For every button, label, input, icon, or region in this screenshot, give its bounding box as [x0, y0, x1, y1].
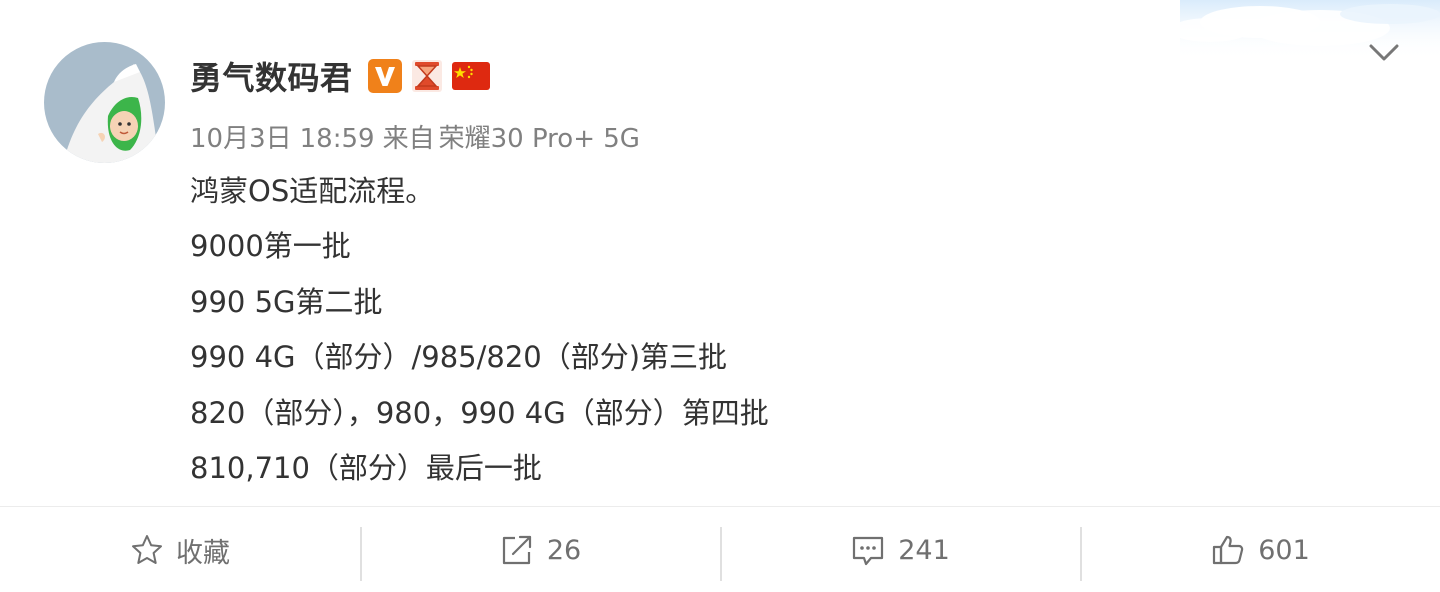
post-time[interactable]: 18:59	[300, 124, 375, 154]
content-line: 鸿蒙OS适配流程。	[190, 174, 435, 208]
like-button[interactable]: 601	[1080, 507, 1440, 592]
author-row: 勇气数码君	[190, 54, 491, 98]
hourglass-icon[interactable]	[409, 58, 445, 94]
post-content: 鸿蒙OS适配流程。 9000第一批 990 5G第二批 990 4G（部分）/9…	[190, 164, 769, 496]
content-line: 990 5G第二批	[190, 284, 383, 319]
source-prefix: 来自	[382, 124, 435, 154]
comment-icon	[853, 536, 884, 566]
source-device[interactable]: 荣耀30 Pro+ 5G	[439, 124, 640, 154]
favorite-label: 收藏	[176, 537, 230, 569]
comment-button[interactable]: 241	[720, 507, 1080, 592]
repost-share-icon	[502, 535, 531, 565]
post-meta: 10月3日 18:59 来自 荣耀30 Pro+ 5G	[190, 118, 648, 155]
verified-v-badge-icon[interactable]	[367, 58, 403, 94]
favorite-button[interactable]: 收藏	[0, 507, 360, 592]
comment-count: 241	[898, 534, 950, 566]
china-flag-icon[interactable]	[451, 58, 491, 94]
content-line: 990 4G（部分）/985/820（部分)第三批	[190, 340, 728, 375]
author-name[interactable]: 勇气数码君	[190, 53, 353, 99]
repost-button[interactable]: 26	[360, 507, 720, 592]
content-line: 820（部分），980，990 4G（部分）第四批	[190, 395, 769, 430]
chevron-down-icon[interactable]	[1366, 38, 1402, 68]
like-count: 601	[1258, 534, 1310, 566]
thumbs-up-icon	[1213, 535, 1244, 565]
avatar-image	[44, 42, 165, 163]
badge-group	[367, 58, 491, 94]
action-bar: 收藏 26 241 601	[0, 506, 1440, 592]
content-line: 810,710（部分）最后一批	[190, 451, 542, 486]
content-line: 9000第一批	[190, 229, 351, 264]
weibo-post-card: 勇气数码君 10月3日 18:59 来自 荣耀30 Pro+ 5G 鸿蒙OS适配…	[0, 0, 1440, 592]
star-icon	[132, 535, 162, 564]
post-date[interactable]: 10月3日	[190, 124, 292, 154]
author-avatar[interactable]	[44, 42, 165, 163]
repost-count: 26	[546, 534, 582, 566]
